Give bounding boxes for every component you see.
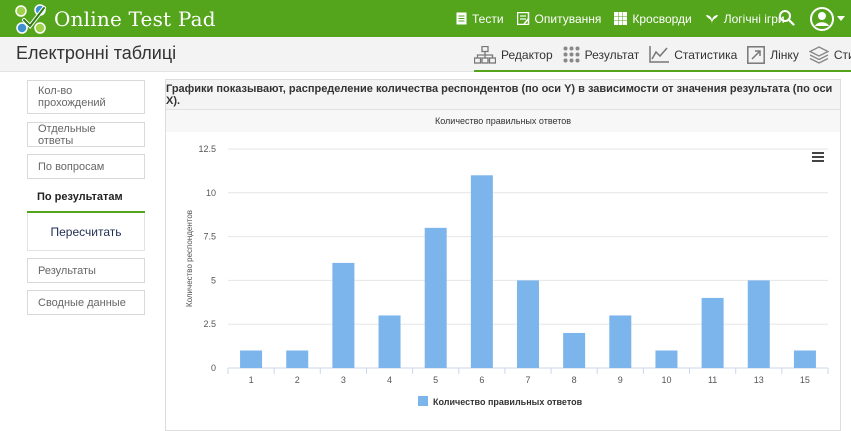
chart-title: Количество правильных ответов <box>166 110 840 132</box>
y-tick-label: 0 <box>211 363 216 373</box>
y-tick-label: 7.5 <box>203 232 216 242</box>
tab-statistics[interactable]: Статистика <box>649 37 737 72</box>
recalculate-label: Пересчитать <box>50 224 122 239</box>
search-icon <box>779 10 795 26</box>
bar <box>286 350 309 368</box>
sidebar-item-summary[interactable]: Сводные данные <box>27 290 145 315</box>
logo[interactable]: Online Test Pad <box>12 0 216 37</box>
panel-heading: Графики показывают, распределение количе… <box>166 80 840 110</box>
hamburger-icon[interactable] <box>812 152 824 162</box>
dots-grid-icon <box>563 46 580 63</box>
tab-styles[interactable]: Стили <box>808 37 851 72</box>
tab-link-label: Лінку <box>770 47 799 62</box>
bar <box>378 315 401 368</box>
bar <box>517 280 539 368</box>
y-axis-title: Количество респондентов <box>185 210 194 307</box>
bar <box>424 227 447 368</box>
structure-icon <box>474 45 496 64</box>
recalculate-button[interactable]: Пересчитать <box>27 213 145 251</box>
bar <box>609 315 632 368</box>
x-tick-label: 1 <box>249 375 254 385</box>
sidebar-item-label: По результатам <box>37 191 123 203</box>
bar <box>470 175 493 368</box>
logo-icon <box>15 3 46 34</box>
legend-label: Количество правильных ответов <box>433 397 583 407</box>
bar <box>655 350 678 368</box>
sidebar-item-label: Сводные данные <box>38 296 126 309</box>
tab-link[interactable]: Лінку <box>747 37 799 72</box>
subnav-underline <box>474 70 851 72</box>
top-nav: Тести Опитування Кросворди Логічні ігри <box>456 0 798 37</box>
hamburger-line <box>812 156 824 158</box>
line-chart-icon <box>649 46 670 63</box>
y-tick-label: 10 <box>206 188 216 198</box>
sidebar-item-label: Кол-во прохождений <box>38 85 106 109</box>
bar <box>793 350 816 368</box>
tab-result[interactable]: Результат <box>563 37 640 72</box>
tab-statistics-label: Статистика <box>674 47 738 62</box>
sidebar-item-by-questions[interactable]: По вопросам <box>27 154 145 179</box>
document-icon <box>456 12 467 25</box>
x-tick-label: 15 <box>800 375 810 385</box>
legend-swatch <box>418 396 428 406</box>
nav-logic-games-label: Логічні ігри <box>723 11 785 26</box>
sidebar-item-label: По вопросам <box>38 160 105 173</box>
tab-editor[interactable]: Редактор <box>474 37 553 72</box>
puzzle-icon <box>705 15 718 24</box>
crossword-icon <box>614 12 628 25</box>
x-tick-label: 4 <box>387 375 392 385</box>
chevron-down-icon <box>837 16 845 21</box>
page-title: Електронні таблиці <box>16 43 177 63</box>
x-tick-label: 2 <box>295 375 300 385</box>
nav-surveys[interactable]: Опитування <box>516 11 602 26</box>
x-tick-label: 13 <box>754 375 764 385</box>
bar <box>240 350 263 368</box>
sidebar-item-completions[interactable]: Кол-во прохождений <box>27 80 145 114</box>
sidebar-item-label: Результаты <box>38 264 96 277</box>
x-tick-label: 3 <box>341 375 346 385</box>
nav-tests-label: Тести <box>472 11 504 26</box>
y-tick-label: 12.5 <box>198 144 216 154</box>
sidebar-item-results[interactable]: Результаты <box>27 258 145 283</box>
bar <box>332 262 355 368</box>
results-panel: Графики показывают, распределение количе… <box>165 79 841 431</box>
bar <box>563 332 586 368</box>
x-tick-label: 5 <box>433 375 438 385</box>
tab-result-label: Результат <box>584 47 640 62</box>
nav-logic-games[interactable]: Логічні ігри <box>705 12 785 26</box>
layers-icon <box>808 45 829 64</box>
x-tick-label: 8 <box>572 375 577 385</box>
tab-editor-label: Редактор <box>501 47 553 62</box>
sidebar-item-label: Отдельные ответы <box>38 122 96 147</box>
bar <box>701 297 724 368</box>
x-tick-label: 11 <box>708 375 717 385</box>
sidebar-item-by-results[interactable]: По результатам <box>27 183 145 213</box>
survey-icon <box>516 12 530 25</box>
app-name: Online Test Pad <box>54 6 216 31</box>
y-tick-label: 5 <box>211 275 216 285</box>
link-icon <box>747 45 766 64</box>
nav-tests[interactable]: Тести <box>456 12 504 26</box>
y-tick-label: 2.5 <box>203 319 216 329</box>
search-button[interactable] <box>778 9 795 31</box>
sidebar-item-separate-answers[interactable]: Отдельные ответы <box>27 122 145 147</box>
x-tick-label: 7 <box>525 375 530 385</box>
hamburger-line <box>812 152 824 154</box>
x-tick-label: 6 <box>479 375 484 385</box>
bar <box>747 280 770 368</box>
nav-crosswords[interactable]: Кросворди <box>614 11 692 26</box>
page-header: Електронні таблиці Редактор Результат Ст… <box>0 37 851 72</box>
x-tick-label: 10 <box>661 375 671 385</box>
tab-styles-label: Стили <box>833 47 851 62</box>
nav-surveys-label: Опитування <box>534 11 602 26</box>
top-bar: Online Test Pad Тести Опитування Кросвор… <box>0 0 851 37</box>
bar-chart: 0 2.5 5 7.5 10 12.5 1 2 3 4 5 6 7 8 9 10 11 13 15 Количеств… <box>185 144 829 407</box>
sub-nav: Редактор Результат Статистика Лінку Стил… <box>474 37 851 72</box>
nav-crosswords-label: Кросворди <box>632 11 692 26</box>
x-tick-label: 9 <box>618 375 623 385</box>
hamburger-line <box>812 160 824 162</box>
user-menu[interactable] <box>810 7 845 31</box>
avatar-icon <box>810 7 834 31</box>
